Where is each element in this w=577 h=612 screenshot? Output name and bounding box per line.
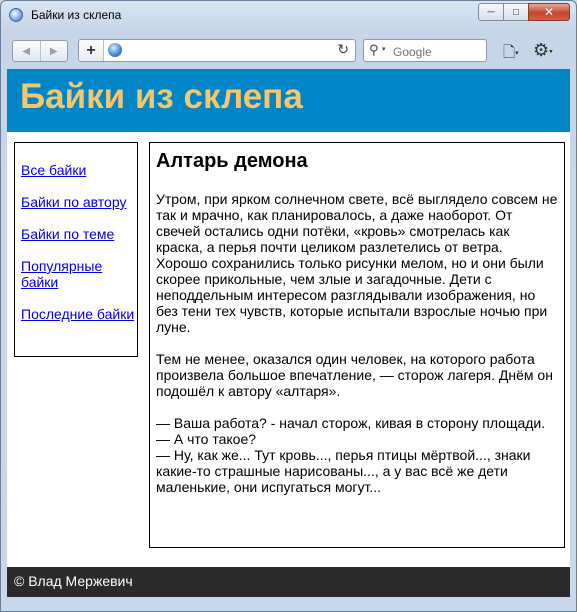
article-paragraph: Тем не менее, оказался один человек, на … — [156, 351, 553, 399]
title-bar: Байки из склепа ─ □ ✕ — [1, 1, 576, 29]
dialog-line: — Ваша работа? - начал сторож, кивая в с… — [156, 415, 546, 431]
search-engine-caret-icon[interactable]: ▾ — [382, 45, 386, 53]
minimize-icon: ─ — [487, 6, 495, 18]
window-controls: ─ □ ✕ — [478, 3, 570, 21]
close-button[interactable]: ✕ — [528, 3, 570, 21]
back-arrow-icon: ◀ — [22, 45, 31, 57]
nav-item: Последние байки — [21, 306, 137, 322]
search-box: ⚲ ▾ — [363, 39, 487, 62]
site-header: Байки из склепа — [7, 69, 570, 132]
nav-item: Байки по автору — [21, 194, 137, 210]
article-content: Алтарь демона Утром, при ярком солнечном… — [149, 142, 565, 548]
nav-buttons: ◀ ▶ — [12, 40, 68, 62]
site-title: Байки из склепа — [20, 77, 303, 116]
nav-item: Байки по теме — [21, 226, 137, 242]
tools-menu-caret-icon: ▾ — [549, 48, 553, 56]
close-icon: ✕ — [543, 5, 555, 19]
article-paragraph: Утром, при ярком солнечном свете, всё вы… — [156, 191, 558, 335]
page-icon: 🗋 — [503, 44, 516, 61]
nav-link-by-author[interactable]: Байки по автору — [21, 194, 126, 210]
minimize-button[interactable]: ─ — [478, 3, 504, 21]
url-input[interactable] — [127, 42, 331, 60]
search-icon[interactable]: ⚲ — [369, 42, 379, 58]
page-menu-caret-icon: ▾ — [515, 50, 519, 58]
nav-link-popular[interactable]: Популярные байки — [21, 258, 102, 290]
nav-link-by-topic[interactable]: Байки по теме — [21, 226, 114, 242]
window-title: Байки из склепа — [31, 8, 122, 22]
nav-list: Все байки Байки по автору Байки по теме … — [21, 162, 137, 322]
refresh-icon[interactable]: ↻ — [337, 41, 349, 58]
site-footer: © Влад Мержевич — [7, 567, 570, 597]
browser-toolbar: ◀ ▶ + ↻ ⚲ ▾ 🗋▾ ⚙▾ — [1, 29, 576, 69]
browser-window: Байки из склепа ─ □ ✕ ◀ ▶ + ↻ ⚲ ▾ 🗋▾ ⚙▾ — [0, 0, 577, 612]
search-input[interactable] — [391, 43, 485, 60]
forward-button[interactable]: ▶ — [39, 41, 68, 61]
article-heading: Алтарь демона — [156, 150, 308, 172]
nav-link-all[interactable]: Все байки — [21, 162, 86, 178]
gear-icon: ⚙ — [533, 40, 550, 60]
page-menu-button[interactable]: 🗋▾ — [503, 42, 519, 67]
page-viewport: Байки из склепа Все байки Байки по автор… — [7, 69, 570, 597]
address-bar: + ↻ — [78, 39, 356, 62]
globe-icon — [108, 43, 122, 57]
tools-menu-button[interactable]: ⚙▾ — [533, 40, 553, 61]
maximize-button[interactable]: □ — [503, 3, 529, 21]
nav-item: Популярные байки — [21, 258, 137, 290]
add-bookmark-button[interactable]: + — [79, 40, 104, 61]
dialog-line: — А что такое? — [156, 431, 257, 447]
footer-copyright: © Влад Мержевич — [14, 573, 133, 589]
browser-app-icon — [9, 8, 23, 22]
nav-link-latest[interactable]: Последние байки — [21, 306, 134, 322]
sidebar-nav: Все байки Байки по автору Байки по теме … — [14, 142, 138, 357]
dialog-line: — Ну, как же... Тут кровь..., перья птиц… — [156, 447, 531, 495]
nav-item: Все байки — [21, 162, 137, 178]
back-button[interactable]: ◀ — [13, 41, 40, 61]
maximize-icon: □ — [512, 6, 520, 18]
forward-arrow-icon: ▶ — [49, 45, 58, 57]
plus-icon: + — [86, 41, 96, 59]
